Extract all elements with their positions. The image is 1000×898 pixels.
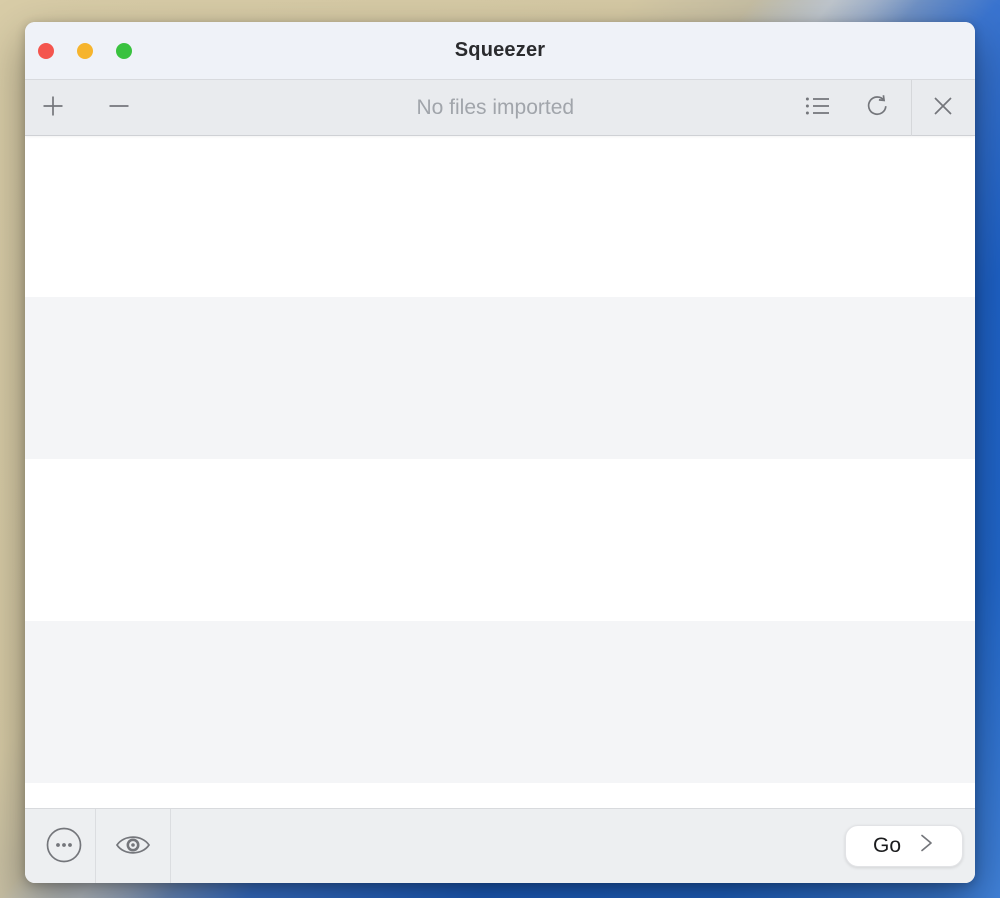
- import-status-text: No files imported: [416, 96, 574, 120]
- go-button[interactable]: Go: [845, 825, 963, 867]
- title-bar: Squeezer: [25, 22, 975, 80]
- plus-icon: [41, 94, 65, 121]
- bulleted-list-icon: [805, 95, 831, 120]
- toolbar-divider: [911, 80, 912, 136]
- footer-divider: [170, 809, 171, 884]
- toolbar-left-group: [25, 86, 134, 130]
- add-files-button[interactable]: [38, 86, 68, 130]
- minimize-window-button[interactable]: [77, 43, 93, 59]
- list-row: [25, 297, 975, 459]
- list-row: [25, 136, 975, 297]
- toolbar: No files imported: [25, 80, 975, 136]
- zoom-window-button[interactable]: [116, 43, 132, 59]
- more-options-button[interactable]: [25, 809, 95, 884]
- minus-icon: [107, 94, 131, 121]
- clockwise-arrow-icon: [864, 93, 890, 122]
- file-list[interactable]: [25, 136, 975, 808]
- clear-list-button[interactable]: [928, 86, 958, 130]
- toolbar-right-group: [803, 80, 975, 136]
- remove-files-button[interactable]: [104, 86, 134, 130]
- refresh-button[interactable]: [862, 86, 892, 130]
- x-mark-icon: [931, 94, 955, 121]
- eye-icon: [113, 831, 153, 862]
- ellipsis-circle-icon: [45, 826, 83, 867]
- list-row: [25, 621, 975, 783]
- chevron-right-icon: [917, 832, 935, 860]
- footer-bar: Go: [25, 808, 975, 883]
- list-row: [25, 783, 975, 808]
- window-title: Squeezer: [455, 39, 546, 62]
- show-list-button[interactable]: [803, 86, 833, 130]
- preview-button[interactable]: [96, 809, 170, 884]
- traffic-lights: [38, 22, 132, 79]
- close-window-button[interactable]: [38, 43, 54, 59]
- go-button-label: Go: [873, 834, 901, 858]
- list-row: [25, 459, 975, 621]
- app-window: Squeezer No files imported: [25, 22, 975, 883]
